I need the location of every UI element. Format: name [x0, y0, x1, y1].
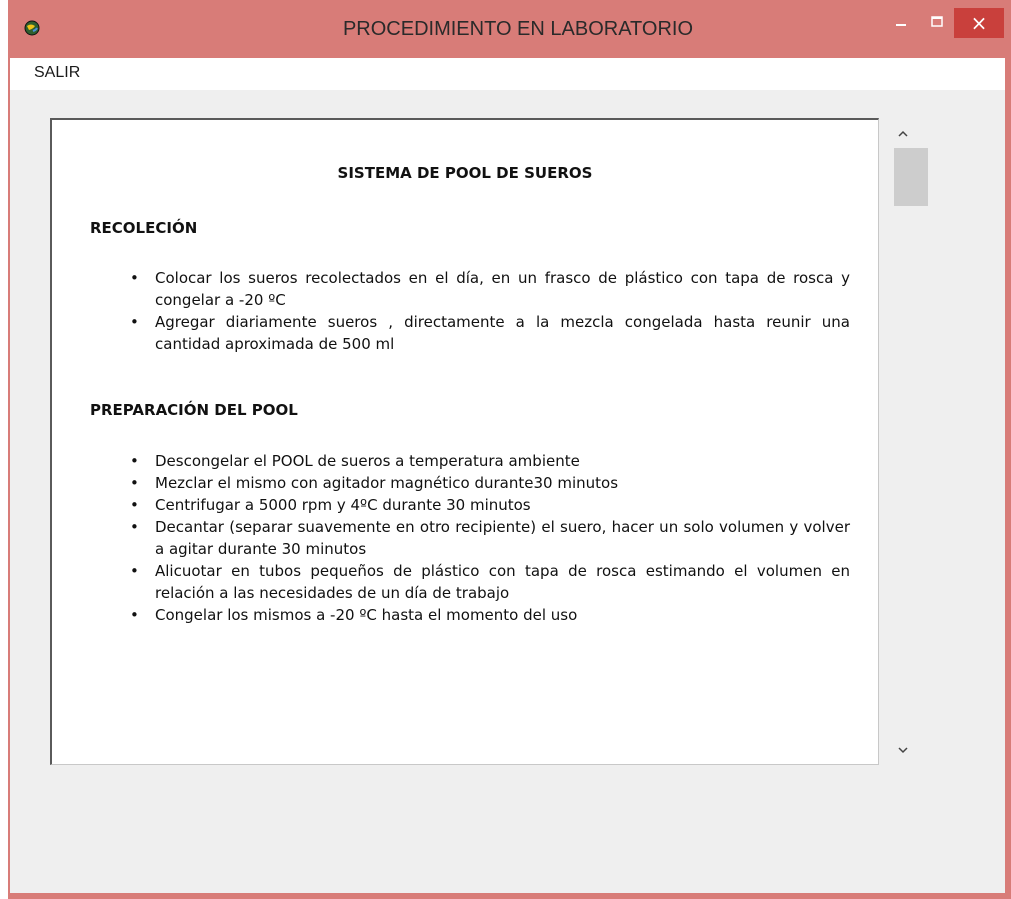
- minimize-button[interactable]: [884, 8, 918, 38]
- chevron-up-icon: [897, 123, 909, 142]
- maximize-button[interactable]: [920, 8, 954, 38]
- list-item: Centrifugar a 5000 rpm y 4ºC durante 30 …: [90, 494, 850, 516]
- list-item: Congelar los mismos a -20 ºC hasta el mo…: [90, 604, 850, 626]
- close-icon: ×: [970, 11, 988, 35]
- app-window: PROCEDIMIENTO EN LABORATORIO × SALIR SIS…: [8, 0, 1011, 899]
- scroll-up-button[interactable]: [884, 122, 922, 142]
- scroll-thumb[interactable]: [894, 148, 928, 206]
- section-heading-preparacion: PREPARACIÓN DEL POOL: [90, 401, 298, 419]
- recoleccion-list: Colocar los sueros recolectados en el dí…: [90, 267, 850, 355]
- section-heading-recoleccion: RECOLECIÓN: [90, 219, 198, 237]
- list-item: Mezclar el mismo con agitador magnético …: [90, 472, 850, 494]
- document-viewer[interactable]: SISTEMA DE POOL DE SUEROS RECOLECIÓN Col…: [50, 118, 879, 765]
- minimize-icon: [894, 14, 908, 33]
- title-bar[interactable]: PROCEDIMIENTO EN LABORATORIO ×: [8, 0, 1011, 58]
- scroll-down-button[interactable]: [884, 738, 922, 758]
- menu-bar: SALIR: [10, 58, 1005, 90]
- close-button[interactable]: ×: [954, 8, 1004, 38]
- client-area: SALIR SISTEMA DE POOL DE SUEROS RECOLECI…: [10, 58, 1005, 893]
- list-item: Colocar los sueros recolectados en el dí…: [90, 267, 850, 311]
- list-item: Agregar diariamente sueros , directament…: [90, 311, 850, 355]
- vertical-scrollbar[interactable]: [884, 118, 928, 766]
- document-title: SISTEMA DE POOL DE SUEROS: [337, 164, 593, 182]
- list-item: Alicuotar en tubos pequeños de plástico …: [90, 560, 850, 604]
- menu-item-salir[interactable]: SALIR: [34, 64, 80, 82]
- list-item: Descongelar el POOL de sueros a temperat…: [90, 450, 850, 472]
- list-item: Decantar (separar suavemente en otro rec…: [90, 516, 850, 560]
- chevron-down-icon: [897, 739, 909, 758]
- preparacion-list: Descongelar el POOL de sueros a temperat…: [90, 450, 850, 626]
- maximize-icon: [930, 14, 944, 33]
- window-title: PROCEDIMIENTO EN LABORATORIO: [342, 18, 694, 40]
